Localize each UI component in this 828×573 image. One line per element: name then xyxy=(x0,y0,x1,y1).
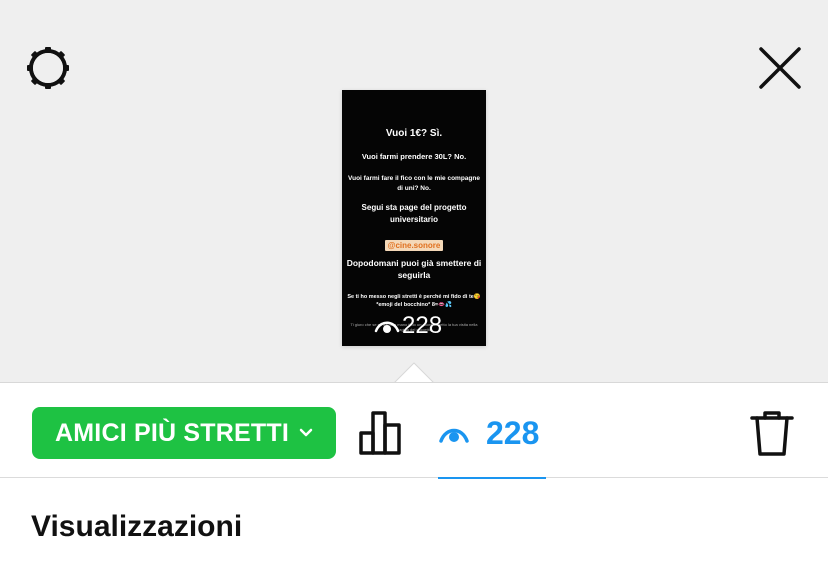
thumbnail-view-counter: 228 xyxy=(374,312,442,340)
thumbnail-view-count: 228 xyxy=(402,312,443,339)
views-tab-active-indicator xyxy=(438,477,546,479)
views-tab-content: 228 xyxy=(438,415,539,452)
bar-chart-icon xyxy=(359,411,401,455)
views-count: 228 xyxy=(486,415,540,451)
story-text-line: Segui sta page del progetto universitari… xyxy=(361,203,467,224)
story-text-line: Vuoi farmi prendere 30L? No. xyxy=(361,152,467,161)
story-viewer-screen: Vuoi 1€? Sì. Vuoi farmi prendere 30L? No… xyxy=(0,0,828,573)
story-text-line: Vuoi farmi fare il fico con le mie compa… xyxy=(348,175,480,192)
story-text-line: Dopodomani puoi già smettere di seguirla xyxy=(346,258,482,280)
trash-icon xyxy=(750,411,794,456)
gear-icon xyxy=(27,47,69,89)
section-title: Visualizzazioni xyxy=(31,510,243,543)
settings-button[interactable] xyxy=(24,44,72,92)
selected-story-pointer xyxy=(394,362,434,383)
insights-button[interactable] xyxy=(358,409,406,457)
story-action-bar: AMICI PIÙ STRETTI 228 xyxy=(0,382,828,479)
close-button[interactable] xyxy=(756,44,804,92)
audience-label: AMICI PIÙ STRETTI xyxy=(55,418,289,447)
eye-icon xyxy=(439,428,469,443)
eye-icon xyxy=(374,321,400,333)
story-mention-wrap: @cine.sonore xyxy=(346,235,482,253)
story-thumbnail[interactable]: Vuoi 1€? Sì. Vuoi farmi prendere 30L? No… xyxy=(342,90,486,346)
close-icon xyxy=(759,47,801,89)
story-preview-area: Vuoi 1€? Sì. Vuoi farmi prendere 30L? No… xyxy=(0,0,828,383)
chevron-down-icon xyxy=(299,428,313,438)
story-text-line: Vuoi 1€? Sì. xyxy=(385,128,443,139)
story-mention-sticker: @cine.sonore xyxy=(384,240,444,251)
close-friends-audience-button[interactable]: AMICI PIÙ STRETTI xyxy=(32,407,336,459)
views-tab[interactable]: 228 xyxy=(438,405,546,479)
delete-button[interactable] xyxy=(748,409,796,457)
story-text-line: Se ti ho messo negli stretti è perché mi… xyxy=(347,294,481,308)
